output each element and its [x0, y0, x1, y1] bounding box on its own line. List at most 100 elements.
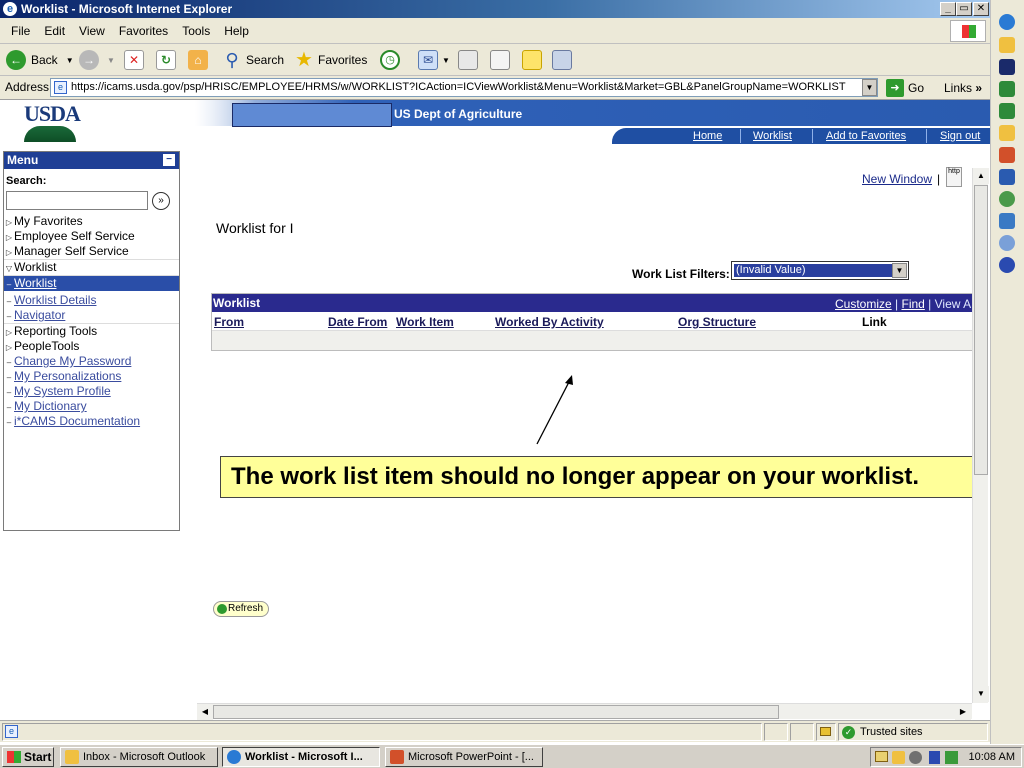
menu-item-worklist-folder[interactable]: ▽ Worklist — [4, 259, 179, 276]
nav-home[interactable]: Home — [693, 130, 722, 142]
menu-item-change-my-password[interactable]: – Change My Password — [4, 354, 179, 369]
antivirus-icon[interactable] — [929, 751, 940, 764]
ie-icon: e — [3, 2, 17, 16]
go-button[interactable]: ➜ Go — [886, 78, 924, 98]
restore-button[interactable]: ▭ — [956, 2, 972, 16]
col-work-item[interactable]: Work Item — [396, 315, 454, 329]
menu-view[interactable]: View — [72, 24, 112, 38]
history-button[interactable]: ◷ — [380, 48, 400, 72]
vertical-scrollbar[interactable]: ▲ ▼ — [972, 168, 989, 703]
close-button[interactable]: ✕ — [973, 2, 989, 16]
refresh-page-button[interactable]: Refresh — [213, 601, 269, 617]
menu-item-reporting-tools[interactable]: ▷ Reporting Tools — [4, 324, 179, 339]
filter-select[interactable]: (Invalid Value) ▼ — [731, 261, 909, 280]
word-launch-icon[interactable] — [999, 169, 1015, 185]
scroll-right-icon[interactable]: ▶ — [955, 704, 971, 720]
outlook-tray-icon[interactable] — [892, 751, 905, 764]
globe-launch-icon[interactable] — [999, 191, 1015, 207]
nav-sign-out[interactable]: Sign out — [940, 130, 980, 142]
menu-search-go-icon[interactable]: » — [152, 192, 170, 210]
edit-button[interactable] — [490, 48, 510, 72]
favorites-button[interactable]: ★ Favorites — [294, 48, 367, 72]
task-worklist-ie[interactable]: Worklist - Microsoft I... — [222, 747, 380, 767]
menu-item-peopletools[interactable]: ▷ PeopleTools — [4, 339, 179, 354]
grid-actions: Customize | Find | View A — [835, 297, 972, 311]
collapse-icon[interactable]: − — [163, 154, 175, 166]
ie-launch-icon-2[interactable] — [999, 213, 1015, 229]
check-icon: ✓ — [842, 726, 855, 739]
media-launch-icon[interactable] — [999, 257, 1015, 273]
menu-file[interactable]: File — [4, 24, 37, 38]
menu-item-my-favorites[interactable]: ▷ My Favorites — [4, 214, 179, 229]
nav-add-to-favorites[interactable]: Add to Favorites — [826, 130, 906, 142]
forward-button[interactable]: → ▼ — [79, 48, 115, 72]
vertical-scroll-thumb[interactable] — [974, 185, 988, 475]
scroll-left-icon[interactable]: ◀ — [197, 704, 213, 720]
menu-item-employee-self-service[interactable]: ▷ Employee Self Service — [4, 229, 179, 244]
menu-item-label: i*CAMS Documentation — [14, 414, 141, 428]
scroll-up-icon[interactable]: ▲ — [973, 168, 989, 184]
start-button[interactable]: Start — [2, 747, 54, 767]
http-link-icon[interactable]: http — [946, 167, 962, 187]
search-button[interactable]: ⚲ Search — [222, 48, 284, 72]
minimize-button[interactable]: _ — [940, 2, 956, 16]
customize-link[interactable]: Customize — [835, 297, 892, 311]
security-zone: ✓ Trusted sites — [838, 723, 988, 741]
menu-item-manager-self-service[interactable]: ▷ Manager Self Service — [4, 244, 179, 259]
excel-launch-icon[interactable] — [999, 81, 1015, 97]
menu-item-worklist[interactable]: – Worklist — [4, 276, 179, 291]
discuss-button[interactable] — [522, 48, 542, 72]
powerpoint-launch-icon[interactable] — [999, 147, 1015, 163]
find-link[interactable]: Find — [901, 297, 924, 311]
menu-item-icams-documentation[interactable]: – i*CAMS Documentation — [4, 414, 179, 429]
back-button[interactable]: ← Back ▼ — [6, 48, 74, 72]
excel-launch-icon-2[interactable] — [999, 103, 1015, 119]
menu-item-navigator[interactable]: – Navigator — [4, 308, 179, 324]
links-button[interactable]: Links » — [944, 81, 982, 95]
col-org-structure[interactable]: Org Structure — [678, 315, 756, 329]
col-date-from[interactable]: Date From — [328, 315, 387, 329]
print-button[interactable] — [458, 48, 478, 72]
network-icon[interactable] — [909, 751, 922, 764]
stop-icon: ✕ — [124, 50, 144, 70]
view-all-link[interactable]: View A — [935, 297, 971, 311]
nav-worklist[interactable]: Worklist — [753, 130, 792, 142]
horizontal-scrollbar[interactable]: ◀ ▶ — [197, 703, 972, 720]
new-window-link[interactable]: New Window — [862, 172, 932, 186]
address-dropdown-button[interactable]: ▼ — [862, 79, 877, 96]
refresh-button[interactable]: ↻ — [156, 48, 176, 72]
address-input[interactable]: e https://icams.usda.gov/psp/HRISC/EMPLO… — [50, 78, 878, 97]
system-tray: 10:08 AM — [870, 747, 1022, 767]
home-button[interactable]: ⌂ — [188, 48, 208, 72]
back-arrow-icon: ← — [6, 50, 26, 70]
outlook-launch-icon-2[interactable] — [999, 125, 1015, 141]
connection-icon[interactable] — [945, 751, 958, 764]
menu-item-my-system-profile[interactable]: – My System Profile — [4, 384, 179, 399]
http-icon-text: http — [948, 168, 960, 175]
task-outlook[interactable]: Inbox - Microsoft Outlook — [60, 747, 218, 767]
mail-button[interactable]: ✉ ▼ — [418, 48, 450, 72]
status-bar: e ✓ Trusted sites — [0, 720, 990, 742]
horizontal-scroll-thumb[interactable] — [213, 705, 779, 719]
help-launch-icon[interactable] — [999, 235, 1015, 251]
menu-item-my-dictionary[interactable]: – My Dictionary — [4, 399, 179, 414]
outlook-launch-icon[interactable] — [999, 37, 1015, 53]
menu-item-worklist-details[interactable]: – Worklist Details — [4, 293, 179, 308]
menu-edit[interactable]: Edit — [37, 24, 72, 38]
menu-favorites[interactable]: Favorites — [112, 24, 175, 38]
ie-launch-icon[interactable] — [999, 14, 1015, 30]
menu-item-my-personalizations[interactable]: – My Personalizations — [4, 369, 179, 384]
menu-help[interactable]: Help — [217, 24, 256, 38]
research-button[interactable] — [552, 48, 572, 72]
zone-label: Trusted sites — [860, 726, 923, 738]
menu-tools[interactable]: Tools — [175, 24, 217, 38]
menu-search-input[interactable] — [6, 191, 148, 210]
col-from[interactable]: From — [214, 315, 244, 329]
mail-icon[interactable] — [875, 751, 888, 762]
access-launch-icon[interactable] — [999, 59, 1015, 75]
scroll-down-icon[interactable]: ▼ — [973, 686, 989, 702]
stop-button[interactable]: ✕ — [124, 48, 144, 72]
col-worked-by-activity[interactable]: Worked By Activity — [495, 315, 604, 329]
task-powerpoint[interactable]: Microsoft PowerPoint - [... — [385, 747, 543, 767]
refresh-label: Refresh — [228, 603, 264, 614]
